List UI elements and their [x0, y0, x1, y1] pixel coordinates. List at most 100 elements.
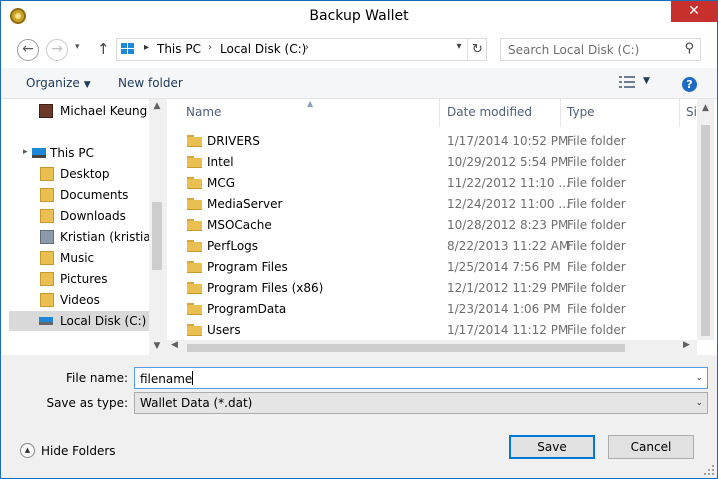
file-name: PerfLogs: [207, 239, 259, 253]
table-row[interactable]: MCG 11/22/2012 11:10 ... File folder: [167, 173, 697, 194]
file-date: 10/28/2012 8:23 PM: [447, 218, 569, 232]
scroll-left-arrow[interactable]: ◀: [171, 340, 178, 350]
table-row[interactable]: MSOCache 10/28/2012 8:23 PM File folder: [167, 215, 697, 236]
folder-icon: [187, 261, 202, 273]
scrollbar-thumb[interactable]: [701, 125, 710, 336]
table-row[interactable]: ProgramData 1/23/2014 1:06 PM File folde…: [167, 299, 697, 320]
chevron-down-icon[interactable]: ⌄: [695, 373, 703, 383]
table-row[interactable]: Intel 10/29/2012 5:54 PM File folder: [167, 152, 697, 173]
file-name-field[interactable]: filename ⌄: [134, 367, 708, 389]
save-button[interactable]: Save: [509, 435, 595, 459]
breadcrumb-local-disk[interactable]: Local Disk (C:): [220, 42, 306, 56]
column-header-type[interactable]: Type: [567, 105, 595, 119]
file-name-label: File name:: [66, 371, 128, 385]
table-row[interactable]: Program Files (x86) 12/1/2012 11:29 PM F…: [167, 278, 697, 299]
table-row[interactable]: PerfLogs 8/22/2013 11:22 AM File folder: [167, 236, 697, 257]
breadcrumb-separator[interactable]: ›: [208, 42, 212, 53]
file-date: 1/17/2014 10:52 PM: [447, 134, 569, 148]
network-computer-icon: [40, 230, 54, 244]
table-row[interactable]: Program Files 1/25/2014 7:56 PM File fol…: [167, 257, 697, 278]
up-button[interactable]: ↑: [97, 40, 110, 58]
title-bar[interactable]: Backup Wallet ✕: [1, 1, 717, 32]
file-name: DRIVERS: [207, 134, 260, 148]
drive-icon: [39, 317, 53, 325]
scrollbar-thumb[interactable]: [187, 344, 625, 352]
scrollbar-thumb[interactable]: [152, 202, 162, 270]
close-button[interactable]: ✕: [671, 1, 717, 22]
file-date: 1/25/2014 7:56 PM: [447, 260, 561, 274]
save-as-type-label: Save as type:: [46, 396, 128, 410]
address-history-dropdown[interactable]: ▾: [452, 41, 466, 52]
downloads-folder-icon: [40, 209, 54, 223]
file-type: File folder: [567, 155, 626, 169]
file-type: File folder: [567, 218, 626, 232]
nav-item-videos[interactable]: Videos: [1, 290, 151, 310]
breadcrumb-this-pc[interactable]: This PC: [157, 42, 201, 56]
recent-locations-dropdown[interactable]: ▾: [75, 42, 80, 52]
folder-icon: [187, 282, 202, 294]
search-placeholder[interactable]: Search Local Disk (C:): [508, 43, 639, 57]
nav-item-documents[interactable]: Documents: [1, 185, 151, 205]
column-divider[interactable]: [560, 99, 561, 127]
nav-item-music[interactable]: Music: [1, 248, 151, 268]
file-type: File folder: [567, 197, 626, 211]
column-header-name[interactable]: Name: [186, 105, 221, 119]
table-row[interactable]: DRIVERS 1/17/2014 10:52 PM File folder: [167, 131, 697, 152]
resize-grip[interactable]: [704, 465, 714, 475]
forward-button[interactable]: →: [46, 39, 68, 61]
file-name-value[interactable]: filename: [140, 371, 194, 386]
file-list-horizontal-scrollbar[interactable]: ◀ ▶: [167, 340, 697, 355]
help-icon[interactable]: ?: [682, 77, 697, 92]
nav-item-local-disk[interactable]: Local Disk (C:): [9, 311, 149, 331]
user-avatar-icon: [39, 104, 53, 118]
back-button[interactable]: ←: [17, 39, 39, 61]
hide-folders-button[interactable]: Hide Folders: [41, 444, 116, 458]
file-list[interactable]: ▲ Name Date modified Type Si DRIVERS 1/1…: [167, 99, 717, 355]
table-row[interactable]: MediaServer 12/24/2012 11:00 ... File fo…: [167, 194, 697, 215]
table-row[interactable]: Users 1/17/2014 11:12 PM File folder: [167, 320, 697, 341]
file-name: Intel: [207, 155, 234, 169]
search-icon[interactable]: ⚲: [684, 41, 694, 56]
scroll-up-arrow[interactable]: ▲: [697, 103, 714, 113]
organize-button[interactable]: Organize ▼: [26, 76, 91, 90]
column-header-date-modified[interactable]: Date modified: [447, 105, 532, 119]
cancel-button[interactable]: Cancel: [608, 435, 694, 459]
folder-icon: [187, 219, 202, 231]
file-date: 11/22/2012 11:10 ...: [447, 176, 570, 190]
folder-icon: [187, 156, 202, 168]
column-divider[interactable]: [679, 99, 680, 127]
refresh-icon[interactable]: ↻: [467, 39, 487, 60]
file-type: File folder: [567, 302, 626, 316]
file-type: File folder: [567, 260, 626, 274]
file-date: 8/22/2013 11:22 AM: [447, 239, 570, 253]
scroll-up-arrow[interactable]: ▲: [149, 101, 165, 111]
chevron-down-icon[interactable]: ⌄: [695, 398, 703, 408]
view-options-icon[interactable]: [619, 76, 635, 88]
hide-folders-icon[interactable]: ▲: [20, 443, 35, 458]
address-bar[interactable]: ▸ This PC › Local Disk (C:) › ▾ ↻: [116, 38, 487, 61]
new-folder-button[interactable]: New folder: [118, 76, 183, 90]
breadcrumb-separator[interactable]: ▸: [144, 42, 149, 53]
nav-item-user[interactable]: Michael Keung: [1, 101, 151, 121]
column-divider[interactable]: [439, 99, 440, 127]
nav-item-this-pc[interactable]: ▸ This PC: [1, 143, 151, 163]
nav-item-pictures[interactable]: Pictures: [1, 269, 151, 289]
breadcrumb-separator[interactable]: ›: [305, 42, 309, 53]
scroll-down-arrow[interactable]: ▼: [149, 341, 165, 351]
file-list-vertical-scrollbar[interactable]: ▲: [697, 99, 714, 340]
navigation-pane[interactable]: Michael Keung ▸ This PC Desktop Document…: [1, 99, 165, 355]
file-date: 1/17/2014 11:12 PM: [447, 323, 569, 337]
folder-icon: [187, 135, 202, 147]
search-box[interactable]: Search Local Disk (C:) ⚲: [500, 38, 701, 61]
save-as-type-value[interactable]: Wallet Data (*.dat): [140, 396, 252, 410]
nav-item-desktop[interactable]: Desktop: [1, 164, 151, 184]
expand-chevron-icon[interactable]: ▸: [23, 147, 28, 157]
navigation-pane-scrollbar[interactable]: ▲ ▼: [149, 99, 165, 355]
save-as-type-select[interactable]: Wallet Data (*.dat) ⌄: [134, 392, 708, 414]
view-options-dropdown[interactable]: ▼: [643, 76, 650, 86]
scroll-right-arrow[interactable]: ▶: [683, 340, 690, 350]
nav-item-network-computer[interactable]: Kristian (kristian-: [1, 227, 163, 247]
nav-item-downloads[interactable]: Downloads: [1, 206, 151, 226]
nav-item-label: Desktop: [60, 167, 110, 181]
column-header-size[interactable]: Si: [686, 105, 697, 119]
